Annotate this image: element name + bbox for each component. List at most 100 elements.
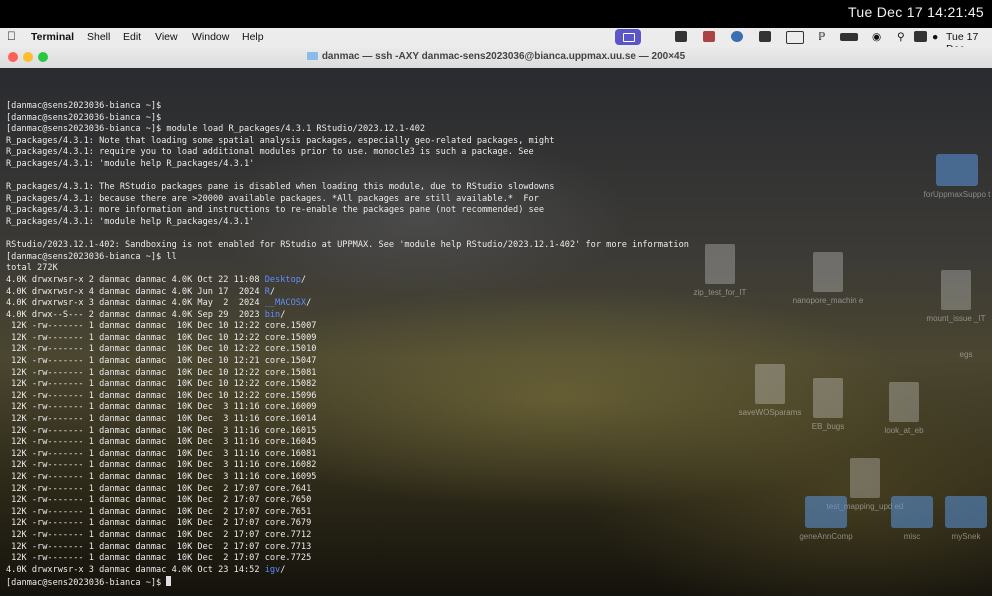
menu-window[interactable]: Window [192, 31, 229, 43]
terminal-line: [danmac@sens2023036-bianca ~]$ ll [6, 252, 986, 264]
directory-suffix: / [300, 274, 307, 285]
window-title-text: danmac — ssh -AXY danmac-sens2023036@bia… [321, 51, 686, 62]
terminal-line: [danmac@sens2023036-bianca ~]$ module lo… [6, 124, 986, 136]
terminal-line-text: R_packages/4.3.1: require you to load ad… [6, 147, 534, 158]
terminal-line: 12K -rw------- 1 danmac danmac 10K Dec 3… [6, 460, 986, 472]
terminal-line-text: R_packages/4.3.1: The RStudio packages p… [6, 182, 555, 193]
bluetooth-icon[interactable]: ℙ [818, 31, 825, 43]
directory-name: igv [264, 564, 281, 575]
terminal-titlebar[interactable]: danmac — ssh -AXY danmac-sens2023036@bia… [0, 47, 992, 69]
top-strip: Tue Dec 17 14:21:45 [0, 0, 992, 28]
terminal-line: 12K -rw------- 1 danmac danmac 10K Dec 3… [6, 449, 986, 461]
shield-icon[interactable] [759, 31, 771, 42]
terminal-line-text: R_packages/4.3.1: 'module help R_package… [6, 216, 255, 227]
terminal-line-text: [danmac@sens2023036-bianca ~]$ [6, 101, 162, 111]
terminal-line-text: 12K -rw------- 1 danmac danmac 10K Dec 3… [6, 425, 317, 436]
se-icon[interactable] [786, 31, 804, 44]
terminal-line-text: 4.0K drwx--S--- 2 danmac danmac 4.0K Sep… [6, 309, 265, 320]
terminal-line-text: 4.0K drwxrwsr-x 3 danmac danmac 4.0K May… [6, 298, 265, 309]
terminal-line-text: 12K -rw------- 1 danmac danmac 10K Dec 1… [6, 344, 317, 355]
terminal-line: total 272K [6, 263, 986, 275]
battery-icon[interactable] [840, 33, 858, 41]
terminal-line: 12K -rw------- 1 danmac danmac 10K Dec 1… [6, 368, 986, 380]
directory-suffix: / [306, 298, 312, 309]
menu-view[interactable]: View [155, 31, 178, 43]
terminal-line: 12K -rw------- 1 danmac danmac 10K Dec 3… [6, 426, 986, 438]
terminal-line-text: 12K -rw------- 1 danmac danmac 10K Dec 3… [6, 448, 317, 459]
directory-suffix: / [280, 564, 286, 575]
search-icon[interactable]: ⚲ [897, 31, 905, 43]
terminal-line: 12K -rw------- 1 danmac danmac 10K Dec 2… [6, 495, 986, 507]
terminal-line-text: 12K -rw------- 1 danmac danmac 10K Dec 2… [6, 541, 312, 552]
menu-help[interactable]: Help [242, 31, 264, 43]
terminal-line-text: RStudio/2023.12.1-402: Sandboxing is not… [6, 240, 689, 251]
terminal-line: R_packages/4.3.1: 'module help R_package… [6, 217, 986, 229]
terminal-line-text: [danmac@sens2023036-bianca ~]$ [6, 112, 162, 123]
terminal-line-text: R_packages/4.3.1: because there are >200… [6, 193, 539, 204]
terminal-line-text: 12K -rw------- 1 danmac danmac 10K Dec 2… [6, 529, 312, 540]
terminal-line-text: 12K -rw------- 1 danmac danmac 10K Dec 3… [6, 437, 317, 448]
menu-app-terminal[interactable]: Terminal [31, 31, 74, 43]
terminal-line: R_packages/4.3.1: require you to load ad… [6, 147, 986, 159]
contacts-icon[interactable] [675, 31, 687, 42]
terminal-line: 4.0K drwx--S--- 2 danmac danmac 4.0K Sep… [6, 310, 986, 322]
terminal-line-text: 12K -rw------- 1 danmac danmac 10K Dec 2… [6, 483, 312, 494]
terminal-line-text: 12K -rw------- 1 danmac danmac 10K Dec 1… [6, 379, 317, 390]
terminal-line-text: [danmac@sens2023036-bianca ~]$ module lo… [6, 124, 426, 135]
window-title: danmac — ssh -AXY danmac-sens2023036@bia… [0, 51, 992, 62]
terminal-line: 12K -rw------- 1 danmac danmac 10K Dec 1… [6, 344, 986, 356]
terminal-line-text: 12K -rw------- 1 danmac danmac 10K Dec 1… [6, 332, 317, 343]
terminal-line: [danmac@sens2023036-bianca ~]$ [6, 576, 986, 588]
terminal-line: 12K -rw------- 1 danmac danmac 10K Dec 2… [6, 484, 986, 496]
terminal-line: 12K -rw------- 1 danmac danmac 10K Dec 3… [6, 437, 986, 449]
terminal-line: 12K -rw------- 1 danmac danmac 10K Dec 2… [6, 507, 986, 519]
terminal-output[interactable]: [danmac@sens2023036-bianca ~]$ [danmac@se… [6, 101, 986, 596]
menu-edit[interactable]: Edit [123, 31, 141, 43]
terminal-line-text: 12K -rw------- 1 danmac danmac 10K Dec 2… [6, 553, 312, 564]
terminal-line-text: 4.0K drwxrwsr-x 2 danmac danmac 4.0K Oct… [6, 274, 265, 285]
terminal-line: 12K -rw------- 1 danmac danmac 10K Dec 2… [6, 542, 986, 554]
terminal-line-text: [danmac@sens2023036-bianca ~]$ [6, 578, 167, 589]
terminal-line: 12K -rw------- 1 danmac danmac 10K Dec 1… [6, 379, 986, 391]
terminal-line: 12K -rw------- 1 danmac danmac 10K Dec 2… [6, 530, 986, 542]
ubuntu-icon[interactable] [731, 31, 743, 42]
terminal-line: 4.0K drwxrwsr-x 3 danmac danmac 4.0K May… [6, 298, 986, 310]
screen-mirror-icon[interactable] [615, 29, 641, 45]
terminal-line: R_packages/4.3.1: 'module help R_package… [6, 159, 986, 171]
terminal-line: 12K -rw------- 1 danmac danmac 10K Dec 1… [6, 321, 986, 333]
terminal-line: [danmac@sens2023036-bianca ~]$ [6, 113, 986, 125]
terminal-line: 12K -rw------- 1 danmac danmac 10K Dec 2… [6, 553, 986, 565]
terminal-line: R_packages/4.3.1: more information and i… [6, 205, 986, 217]
terminal-line: 12K -rw------- 1 danmac danmac 10K Dec 1… [6, 391, 986, 403]
terminal-line-text: 12K -rw------- 1 danmac danmac 10K Dec 3… [6, 402, 317, 413]
terminal-line-text: R_packages/4.3.1: 'module help R_package… [6, 158, 255, 169]
directory-suffix: / [269, 286, 276, 297]
terminal-line-text: total 272K [6, 263, 58, 274]
terminal-line-text: 12K -rw------- 1 danmac danmac 10K Dec 3… [6, 460, 317, 471]
terminal-line: RStudio/2023.12.1-402: Sandboxing is not… [6, 240, 986, 252]
terminal-line: 12K -rw------- 1 danmac danmac 10K Dec 3… [6, 414, 986, 426]
wifi-icon[interactable]: ◉ [872, 31, 881, 43]
terminal-line-text: 12K -rw------- 1 danmac danmac 10K Dec 1… [6, 367, 317, 378]
terminal-line: 12K -rw------- 1 danmac danmac 10K Dec 2… [6, 518, 986, 530]
terminal-line-text: 12K -rw------- 1 danmac danmac 10K Dec 2… [6, 495, 312, 506]
terminal-line: [danmac@sens2023036-bianca ~]$ [6, 101, 986, 113]
folder-icon [306, 52, 318, 60]
control-center-icon[interactable] [914, 31, 927, 42]
camera-icon[interactable] [703, 31, 715, 42]
terminal-line-text: 4.0K drwxrwsr-x 3 danmac danmac 4.0K Oct… [6, 564, 265, 575]
apple-icon[interactable]:  [7, 29, 16, 43]
directory-suffix: / [280, 309, 286, 320]
system-clock: Tue Dec 17 14:21:45 [848, 4, 984, 20]
terminal-line: 4.0K drwxrwsr-x 3 danmac danmac 4.0K Oct… [6, 565, 986, 577]
terminal-line-text: 12K -rw------- 1 danmac danmac 10K Dec 1… [6, 321, 317, 332]
siri-icon[interactable]: ● [932, 31, 938, 43]
terminal-line: R_packages/4.3.1: The RStudio packages p… [6, 182, 986, 194]
terminal-line: 12K -rw------- 1 danmac danmac 10K Dec 1… [6, 333, 986, 345]
directory-name: __MACOSX [264, 298, 307, 309]
terminal-line: R_packages/4.3.1: Note that loading some… [6, 136, 986, 148]
menu-shell[interactable]: Shell [87, 31, 110, 43]
terminal-line: 12K -rw------- 1 danmac danmac 10K Dec 3… [6, 402, 986, 414]
